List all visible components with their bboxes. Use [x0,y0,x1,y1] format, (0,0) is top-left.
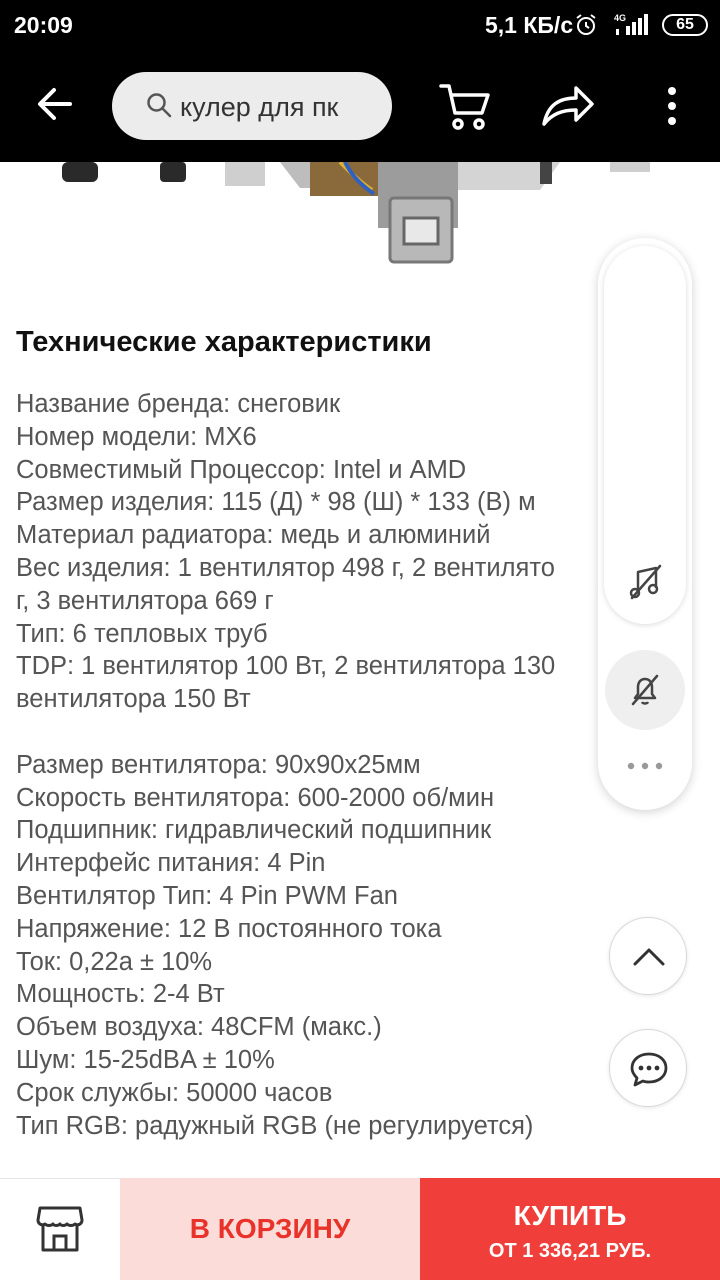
network-type: 4G [614,13,626,23]
signal-icon: 4G [614,13,648,35]
spec-line: Тип RGB: радужный RGB (не регулируется) [16,1111,534,1140]
more-vertical-icon[interactable] [656,86,688,128]
alarm-icon [576,14,596,35]
buy-label: КУПИТЬ [513,1200,627,1231]
spec-line: Напряжение: 12 В постоянного тока [16,914,442,943]
status-bar: 20:09 5,1 КБ/с 4G 65 [0,0,720,52]
buy-price: ОТ 1 336,21 РУБ. [488,1240,652,1262]
spec-line: Скорость вентилятора: 600-2000 об/мин [16,783,495,812]
floating-panel [598,238,692,810]
spec-line: Объем воздуха: 48CFM (макс.) [16,1013,382,1042]
search-icon [147,93,172,118]
share-icon[interactable] [540,82,596,130]
buy-button[interactable]: КУПИТЬ ОТ 1 336,21 РУБ. [420,1178,720,1280]
more-horizontal-icon[interactable] [622,754,668,778]
chevron-up-icon [633,948,665,966]
spec-line: Вентилятор Тип: 4 Pin PWM Fan [16,881,398,910]
search-query: кулер для пк [180,92,339,122]
battery-indicator: 65 [662,14,708,36]
cart-icon[interactable] [438,80,492,132]
spec-line: Мощность: 2-4 Вт [16,980,225,1009]
notification-toggle[interactable] [605,650,685,730]
scroll-top-button[interactable] [609,917,687,995]
chat-button[interactable] [609,1029,687,1107]
search-input[interactable]: кулер для пк [112,72,392,140]
back-arrow-icon[interactable] [30,76,82,132]
spec-line: Ток: 0,22а ± 10% [16,947,213,976]
spec-line: Шум: 15-25dBA ± 10% [16,1045,275,1074]
chat-icon [630,1052,668,1087]
network-speed: 5,1 КБ/с [485,12,574,38]
specs-title: Технические характеристики [16,326,432,358]
store-button[interactable] [0,1178,120,1280]
bell-off-icon [631,674,659,706]
status-time: 20:09 [14,12,73,38]
bottom-action-bar: В КОРЗИНУ КУПИТЬ ОТ 1 336,21 РУБ. [0,1178,720,1280]
navigation-bar: кулер для пк [0,52,720,162]
music-off-icon[interactable] [626,562,666,602]
spec-line: Интерфейс питания: 4 Pin [16,849,326,878]
spec-line: Срок службы: 50000 часов [16,1078,333,1107]
floating-panel-top [604,246,686,624]
add-to-cart-button[interactable]: В КОРЗИНУ [120,1178,420,1280]
top-bar: 20:09 5,1 КБ/с 4G 65 кулер для пк [0,0,720,162]
spec-line: Подшипник: гидравлический подшипник [16,816,492,845]
store-icon [36,1206,84,1252]
